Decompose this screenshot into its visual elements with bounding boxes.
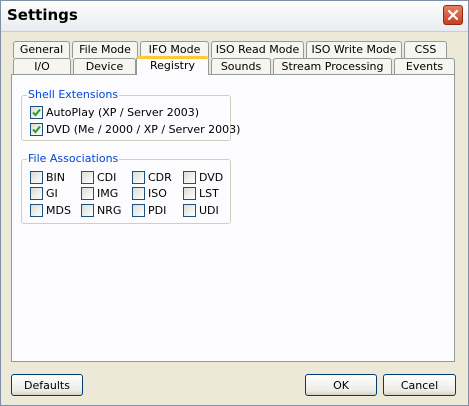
title-bar: Settings bbox=[1, 1, 468, 32]
checkbox-box[interactable] bbox=[30, 187, 43, 200]
checkbox-box[interactable] bbox=[30, 204, 43, 217]
assoc-label: PDI bbox=[148, 204, 167, 217]
assoc-mds-checkbox[interactable]: MDS bbox=[30, 204, 74, 218]
ok-button[interactable]: OK bbox=[305, 374, 377, 396]
settings-window: Settings General File Mode IFO Mode ISO … bbox=[0, 0, 469, 406]
tab-events[interactable]: Events bbox=[394, 58, 455, 75]
tab-css[interactable]: CSS bbox=[404, 41, 447, 58]
checkbox-box[interactable] bbox=[30, 123, 43, 136]
tab-iso-write-mode[interactable]: ISO Write Mode bbox=[306, 41, 402, 58]
checkbox-box[interactable] bbox=[132, 171, 145, 184]
assoc-label: DVD bbox=[199, 171, 224, 184]
registry-panel: Shell Extensions AutoPlay (XP / Server 2… bbox=[11, 74, 455, 362]
tab-registry[interactable]: Registry bbox=[136, 56, 209, 75]
assoc-label: NRG bbox=[97, 204, 122, 217]
autoplay-checkbox[interactable]: AutoPlay (XP / Server 2003) bbox=[30, 106, 228, 120]
tab-general[interactable]: General bbox=[13, 41, 70, 58]
checkbox-box[interactable] bbox=[132, 204, 145, 217]
assoc-label: IMG bbox=[97, 187, 119, 200]
tab-stream-processing[interactable]: Stream Processing bbox=[273, 58, 392, 75]
assoc-iso-checkbox[interactable]: ISO bbox=[132, 187, 176, 201]
assoc-pdi-checkbox[interactable]: PDI bbox=[132, 204, 176, 218]
assoc-bin-checkbox[interactable]: BIN bbox=[30, 171, 74, 185]
checkbox-box[interactable] bbox=[30, 171, 43, 184]
checkbox-box[interactable] bbox=[132, 187, 145, 200]
assoc-img-checkbox[interactable]: IMG bbox=[81, 187, 125, 201]
checkbox-box[interactable] bbox=[183, 171, 196, 184]
assoc-dvd-checkbox[interactable]: DVD bbox=[183, 171, 227, 185]
autoplay-label: AutoPlay (XP / Server 2003) bbox=[46, 106, 199, 119]
checkbox-box[interactable] bbox=[81, 171, 94, 184]
defaults-button[interactable]: Defaults bbox=[11, 374, 83, 396]
assoc-lst-checkbox[interactable]: LST bbox=[183, 187, 227, 201]
check-icon bbox=[32, 108, 41, 117]
tab-file-mode[interactable]: File Mode bbox=[72, 41, 138, 58]
tab-iso-read-mode[interactable]: ISO Read Mode bbox=[211, 41, 304, 58]
window-title: Settings bbox=[7, 6, 78, 24]
tab-device[interactable]: Device bbox=[73, 58, 136, 75]
assoc-cdr-checkbox[interactable]: CDR bbox=[132, 171, 176, 185]
dvd-shell-label: DVD (Me / 2000 / XP / Server 2003) bbox=[46, 123, 241, 136]
check-icon bbox=[32, 125, 41, 134]
file-associations-group: File Associations BIN CDI CDR DVD GI IMG… bbox=[21, 152, 231, 224]
checkbox-box[interactable] bbox=[30, 106, 43, 119]
checkbox-box[interactable] bbox=[81, 204, 94, 217]
checkbox-box[interactable] bbox=[183, 204, 196, 217]
checkbox-box[interactable] bbox=[81, 187, 94, 200]
assoc-label: GI bbox=[46, 187, 58, 200]
checkbox-box[interactable] bbox=[183, 187, 196, 200]
assoc-cdi-checkbox[interactable]: CDI bbox=[81, 171, 125, 185]
close-icon bbox=[447, 9, 459, 21]
dvd-shell-checkbox[interactable]: DVD (Me / 2000 / XP / Server 2003) bbox=[30, 123, 240, 137]
close-button[interactable] bbox=[443, 5, 463, 25]
assoc-label: CDI bbox=[97, 171, 117, 184]
assoc-label: ISO bbox=[148, 187, 167, 200]
assoc-label: UDI bbox=[199, 204, 219, 217]
shell-extensions-label: Shell Extensions bbox=[27, 88, 120, 101]
assoc-nrg-checkbox[interactable]: NRG bbox=[81, 204, 125, 218]
file-associations-label: File Associations bbox=[27, 152, 120, 165]
assoc-label: MDS bbox=[46, 204, 71, 217]
tab-io[interactable]: I/O bbox=[13, 58, 71, 75]
assoc-label: LST bbox=[199, 187, 219, 200]
assoc-udi-checkbox[interactable]: UDI bbox=[183, 204, 227, 218]
shell-extensions-group: Shell Extensions AutoPlay (XP / Server 2… bbox=[21, 88, 240, 141]
tab-sounds[interactable]: Sounds bbox=[211, 58, 271, 75]
cancel-button[interactable]: Cancel bbox=[383, 374, 456, 396]
assoc-label: BIN bbox=[46, 171, 66, 184]
assoc-gi-checkbox[interactable]: GI bbox=[30, 187, 74, 201]
assoc-label: CDR bbox=[148, 171, 172, 184]
